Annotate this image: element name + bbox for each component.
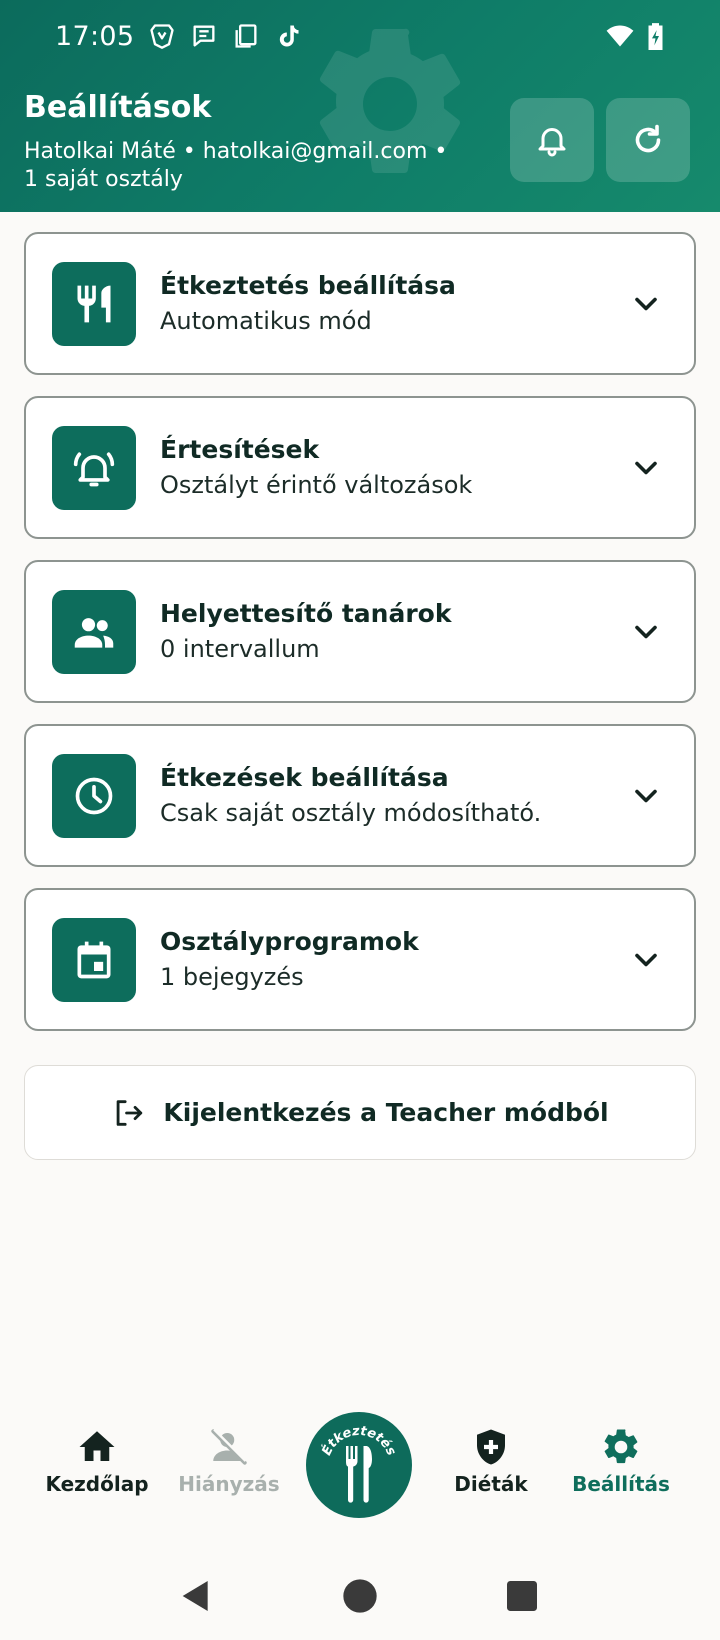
people-icon [74,617,114,648]
back-icon[interactable] [176,1576,216,1616]
card-icon-tile [52,261,136,346]
card-notifications[interactable]: Értesítések Osztályt érintő változások [24,396,696,539]
person-off-icon [211,1428,247,1465]
page-title: Beállítások [24,90,212,125]
status-notification-icons [148,22,302,50]
card-subtitle: 1 bejegyzés [160,962,304,991]
nav-settings[interactable]: Beállítás [556,1426,686,1496]
card-text: Helyettesítő tanárok 0 intervallum [160,597,628,667]
card-icon-tile [52,589,136,674]
logout-label: Kijelentkezés a Teacher módból [163,1098,609,1127]
card-meals-settings[interactable]: Étkezések beállítása Csak saját osztály … [24,724,696,867]
nav-meals-center-button[interactable]: Étkeztetés [306,1412,412,1518]
card-title: Étkezések beállítása [160,762,449,792]
card-icon-tile [52,753,136,838]
chevron-down-icon [635,789,657,802]
settings-screen: 17:05 Beállítások Hatolkai Máté • hatolk… [0,0,720,1640]
bottom-navigation: Kezdőlap Hiányzás Étkeztetés Diéták Beál… [0,1390,720,1540]
clock-icon [75,777,113,814]
card-title: Étkeztetés beállítása [160,270,456,300]
chevron-down-icon [635,953,657,966]
system-navigation-bar [0,1560,720,1640]
card-icon-tile [52,425,136,510]
wifi-icon [606,25,634,47]
bell-icon [538,128,566,157]
fork-knife-icon [77,285,111,322]
card-subtitle: Csak saját osztály módosítható. [160,798,542,827]
chevron-down-icon [635,297,657,310]
notifications-button[interactable] [510,98,594,182]
nav-home-label: Kezdőlap [45,1472,149,1496]
tiktok-icon [280,25,299,47]
header: 17:05 Beállítások Hatolkai Máté • hatolk… [0,0,720,212]
battery-charging-icon [648,23,663,50]
status-bar: 17:05 [0,0,720,72]
chevron-down-icon [635,461,657,474]
card-subtitle: 0 intervallum [160,634,320,663]
nav-center-label: Étkeztetés [319,1424,399,1458]
card-text: Étkezések beállítása Csak saját osztály … [160,761,628,831]
card-title: Értesítések [160,434,320,464]
nav-settings-label: Beállítás [572,1472,670,1496]
chevron-down-icon [635,625,657,638]
card-text: Étkeztetés beállítása Automatikus mód [160,269,628,339]
status-time: 17:05 [55,20,135,52]
bell-ringing-icon [73,451,115,486]
card-icon-tile [52,917,136,1002]
brave-shield-icon [150,24,174,49]
card-title: Helyettesítő tanárok [160,598,452,628]
card-meal-settings[interactable]: Étkeztetés beállítása Automatikus mód [24,232,696,375]
nav-absence-label: Hiányzás [178,1472,280,1496]
home-icon [79,1431,115,1461]
nav-diets[interactable]: Diéták [426,1426,556,1496]
card-class-programs[interactable]: Osztályprogramok 1 bejegyzés [24,888,696,1031]
card-title: Osztályprogramok [160,926,419,956]
card-subtitle: Automatikus mód [160,306,372,335]
status-system-icons [605,22,664,50]
card-substitute-teachers[interactable]: Helyettesítő tanárok 0 intervallum [24,560,696,703]
card-text: Értesítések Osztályt érintő változások [160,433,628,503]
nav-home[interactable]: Kezdőlap [32,1426,162,1496]
shield-plus-icon [477,1429,505,1465]
card-subtitle: Osztályt érintő változások [160,470,473,499]
nav-absence[interactable]: Hiányzás [164,1426,294,1496]
meals-fork-knife-icon: Étkeztetés [319,1424,399,1503]
settings-list: Étkeztetés beállítása Automatikus mód Ér… [24,232,696,1052]
card-text: Osztályprogramok 1 bejegyzés [160,925,628,995]
refresh-button[interactable] [606,98,690,182]
recents-icon[interactable] [502,1576,542,1616]
logout-icon [117,1099,143,1126]
gear-icon [604,1429,638,1464]
message-icon [193,25,215,47]
logout-teacher-mode-button[interactable]: Kijelentkezés a Teacher módból [24,1065,696,1160]
refresh-icon [635,124,661,153]
copy-icon [235,24,257,48]
home-circle-icon[interactable] [340,1576,380,1616]
nav-diets-label: Diéták [454,1472,528,1496]
calendar-icon [77,941,111,978]
account-summary: Hatolkai Máté • hatolkai@gmail.com • 1 s… [24,139,448,192]
